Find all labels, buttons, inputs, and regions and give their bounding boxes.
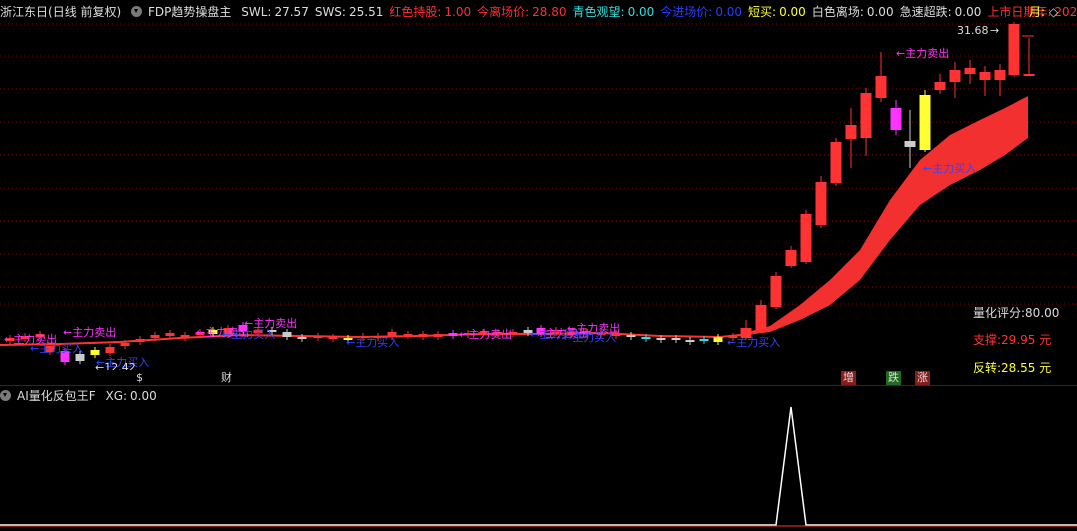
candle[interactable]	[433, 331, 443, 340]
score-readout: 量化评分:80.00	[973, 304, 1059, 321]
trend-ribbon	[740, 96, 1028, 336]
xg-signal-line	[0, 406, 1077, 526]
support-label: 支撑:	[973, 333, 1002, 347]
candle[interactable]	[949, 62, 961, 98]
reversal-label: 反转:	[973, 361, 1002, 375]
day-marker[interactable]: 跌	[886, 371, 901, 385]
main-chart[interactable]: ←主力卖出←主力卖出 ←主力卖出←主力卖出←主力卖出 ←主力卖出←主力卖出←主力买入…	[0, 0, 1077, 370]
support-readout: 支撑:29.95 元	[973, 331, 1051, 348]
candle[interactable]	[1008, 22, 1020, 77]
candle[interactable]	[770, 272, 782, 309]
chart-annotation: ←主力买入	[923, 162, 976, 175]
candle[interactable]	[180, 332, 190, 341]
score-label: 量化评分:	[973, 306, 1026, 320]
day-marker[interactable]: 增	[841, 371, 856, 385]
candle[interactable]	[403, 331, 413, 339]
low-price-annotation: ←12.42	[95, 361, 136, 370]
chart-annotation: ←主力买入	[727, 336, 780, 349]
candle[interactable]	[934, 74, 946, 94]
candle[interactable]	[785, 246, 797, 268]
grid-lines	[0, 23, 1077, 305]
candle[interactable]	[713, 334, 723, 345]
candle[interactable]	[964, 60, 976, 84]
annotations: ←主力卖出←主力卖出 ←主力卖出←主力卖出←主力卖出 ←主力卖出←主力卖出←主力买入…	[4, 24, 999, 370]
candle[interactable]	[875, 52, 887, 102]
candle[interactable]	[626, 332, 636, 340]
candle[interactable]	[860, 88, 872, 156]
chart-annotation: ←主力卖出	[63, 325, 116, 339]
chart-annotation: ←主力买入	[346, 336, 399, 349]
chart-annotation: ←主力卖出	[459, 327, 512, 341]
chart-annotation: ←主力买入	[222, 328, 275, 341]
reversal-readout: 反转:28.55 元	[973, 359, 1051, 376]
candle[interactable]	[1023, 38, 1035, 76]
candle[interactable]	[755, 300, 767, 332]
candle[interactable]	[830, 138, 842, 186]
chart-annotation: ←主力卖出	[896, 46, 949, 60]
day-marker[interactable]: 涨	[915, 371, 930, 385]
candle[interactable]	[815, 176, 827, 228]
candle[interactable]	[328, 334, 338, 342]
candle[interactable]	[890, 100, 902, 135]
reversal-value: 28.55	[1001, 361, 1036, 375]
high-arrow: →	[990, 24, 999, 37]
candle[interactable]	[800, 210, 812, 264]
candle[interactable]	[845, 108, 857, 168]
chart-annotation: ←主力买入	[30, 342, 83, 355]
reversal-unit: 元	[1039, 361, 1052, 375]
score-value: 80.00	[1025, 306, 1060, 320]
candle[interactable]	[313, 333, 323, 341]
candle[interactable]	[685, 337, 695, 345]
candle[interactable]	[994, 64, 1006, 96]
candle[interactable]	[418, 331, 428, 340]
candle[interactable]	[448, 330, 458, 339]
candle[interactable]	[979, 66, 991, 96]
day-marker[interactable]: 财	[219, 371, 234, 385]
support-unit: 元	[1039, 333, 1052, 347]
sub-chart[interactable]	[0, 386, 1077, 531]
day-marker[interactable]: $	[134, 371, 145, 385]
candle[interactable]	[904, 110, 916, 168]
candle[interactable]	[135, 336, 145, 345]
candle[interactable]	[282, 329, 292, 340]
candle[interactable]	[919, 90, 931, 152]
candles	[5, 22, 1035, 365]
chart-annotation: 31.68	[957, 24, 989, 37]
support-value: 29.95	[1001, 333, 1036, 347]
candle[interactable]	[105, 344, 115, 356]
chart-annotation: ←主力买入	[563, 331, 616, 344]
